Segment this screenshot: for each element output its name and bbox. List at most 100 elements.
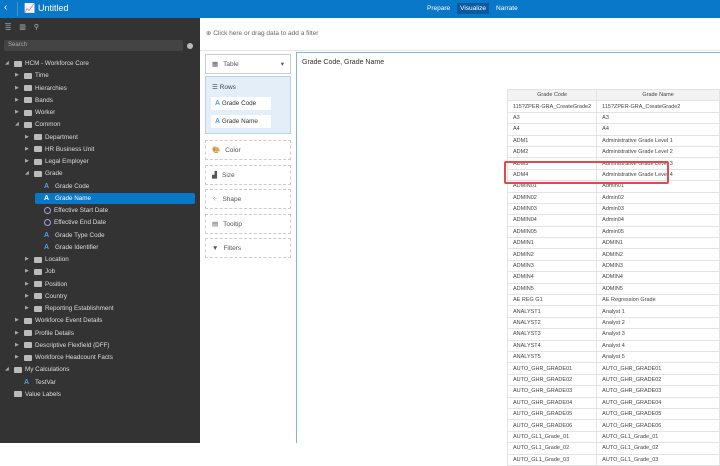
table-row[interactable]: ADM1 Administrative Grade Level 1 (506, 134, 720, 147)
table-row[interactable]: A4 A4 (506, 123, 720, 136)
expand-toggle-icon[interactable]: ▶ (25, 254, 31, 265)
table-row[interactable]: AUTO_GL1_Grade_02 AUTO_GL1_Grade_02 (506, 442, 720, 455)
expand-toggle-icon[interactable]: ▶ (15, 95, 21, 106)
tree-item[interactable]: ▶ Descriptive Flexfield (DFF) (15, 340, 110, 351)
table-row[interactable]: ADMIN02 Admin02 (506, 191, 720, 204)
table-row[interactable]: ANALYST5 Analyst 5 (506, 350, 720, 364)
tree-item[interactable]: ▶ HR Business Unit (25, 144, 94, 155)
expand-toggle-icon[interactable]: ▶ (25, 291, 31, 302)
tree-item[interactable]: A Grade Name (35, 192, 195, 204)
tree-item[interactable]: ▶ Hierarchies (15, 83, 67, 94)
table-row[interactable]: AUTO_GHR_GRADE03 AUTO_GHR_GRADE03 (506, 385, 720, 398)
tree-item[interactable]: A TestVar (15, 377, 56, 388)
viz-type-select[interactable]: ▦ Table ▾ (205, 54, 291, 74)
tree-item[interactable]: ▶ Workforce Headcount Facts (15, 352, 113, 363)
tooltip-drop-zone[interactable]: ▤ Tooltip (205, 214, 291, 234)
color-drop-zone[interactable]: 🎨 Color (205, 140, 291, 160)
table-row[interactable]: ANALYST2 Analyst 2 (506, 316, 720, 330)
tree-item[interactable]: Effective Start Date (35, 205, 108, 216)
viz-canvas[interactable]: Grade Code, Grade Name Grade Code Grade N… (296, 52, 720, 466)
tree-item[interactable]: Value Labels (5, 389, 61, 400)
add-data-icon[interactable] (187, 43, 193, 49)
tree-item[interactable]: ▶ Time (15, 70, 49, 81)
row-pill-grade-code[interactable]: A Grade Code (211, 97, 271, 110)
tab-narrate[interactable]: Narrate (493, 3, 521, 14)
visualizations-tab-icon[interactable]: ▥ (19, 23, 26, 32)
tree-item[interactable]: ▶ Bands (15, 95, 53, 106)
expand-toggle-icon[interactable]: ▶ (25, 303, 31, 314)
data-tab-icon[interactable]: ☰ (5, 23, 12, 32)
tree-item[interactable]: A Grade Type Code (35, 230, 105, 241)
expand-toggle-icon[interactable]: ▶ (15, 328, 21, 339)
table-row[interactable]: A3 A3 (506, 111, 720, 125)
table-row[interactable]: AUTO_GHR_GRADE02 AUTO_GHR_GRADE02 (506, 373, 720, 387)
tree-item[interactable]: ▶ Profile Details (15, 328, 74, 339)
shape-drop-zone[interactable]: ⁘ Shape (205, 189, 291, 209)
table-row[interactable]: ADMIN05 Admin05 (506, 225, 720, 239)
expand-toggle-icon[interactable]: ◢ (5, 364, 11, 375)
tree-item[interactable]: ▶ Reporting Establishment (25, 303, 114, 314)
expand-toggle-icon[interactable]: ▶ (15, 107, 21, 118)
row-pill-grade-name[interactable]: A Grade Name (211, 115, 271, 128)
analytics-tab-icon[interactable]: ⚲ (34, 23, 39, 32)
table-row[interactable]: ADMIN4 ADMIN4 (506, 271, 720, 284)
back-icon[interactable]: ‹ (4, 2, 18, 16)
tree-item[interactable]: ◢ HCM - Workforce Core (5, 58, 89, 69)
expand-toggle-icon[interactable]: ▶ (25, 156, 31, 167)
table-row[interactable]: ADMIN1 ADMIN1 (506, 237, 720, 250)
expand-toggle-icon[interactable]: ▶ (25, 279, 31, 290)
expand-toggle-icon[interactable]: ▶ (25, 144, 31, 155)
table-row[interactable]: ADM2 Administrative Grade Level 2 (506, 145, 720, 159)
expand-toggle-icon[interactable]: ▶ (15, 83, 21, 94)
filter-bar[interactable]: ⊕ Click here or drag data to add a filte… (200, 18, 720, 51)
tree-item[interactable]: ▶ Department (25, 132, 78, 143)
table-row[interactable]: AUTO_GHR_GRADE04 AUTO_GHR_GRADE04 (506, 396, 720, 409)
table-row[interactable]: AUTO_GL1_Grade_01 AUTO_GL1_Grade_01 (506, 430, 720, 444)
expand-toggle-icon[interactable]: ▶ (15, 340, 21, 351)
tree-item[interactable]: ◢ Common (15, 119, 61, 130)
expand-toggle-icon[interactable]: ▶ (15, 70, 21, 81)
expand-toggle-icon[interactable]: ▶ (25, 266, 31, 277)
table-row[interactable]: ADMIN04 Admin04 (506, 214, 720, 227)
tree-item[interactable]: ▶ Country (25, 291, 67, 302)
expand-toggle-icon[interactable]: ◢ (15, 119, 21, 130)
table-row[interactable]: ADMIN3 ADMIN3 (506, 259, 720, 273)
table-row[interactable]: ADMIN5 ADMIN5 (506, 282, 720, 296)
tree-item[interactable]: ▶ Workforce Event Details (15, 315, 102, 326)
table-row[interactable]: ANALYST3 Analyst 3 (506, 328, 720, 341)
table-row[interactable]: ADMIN03 Admin03 (506, 202, 720, 216)
tab-prepare[interactable]: Prepare (424, 3, 453, 14)
tree-item[interactable]: ▶ Position (25, 279, 67, 290)
expand-toggle-icon[interactable]: ▶ (15, 315, 21, 326)
filters-drop-zone[interactable]: ▼ Filters (205, 238, 291, 258)
table-row[interactable]: AUTO_GHR_GRADE06 AUTO_GHR_GRADE06 (506, 419, 720, 432)
size-drop-zone[interactable]: ▟ Size (205, 165, 291, 185)
tree-item[interactable]: A Grade Identifier (35, 242, 98, 253)
search-input[interactable]: Search (4, 40, 183, 51)
table-row[interactable]: AUTO_GHR_GRADE01 AUTO_GHR_GRADE01 (506, 362, 720, 375)
column-header-grade-code[interactable]: Grade Code (506, 88, 598, 102)
tree-item[interactable]: ▶ Job (25, 266, 55, 277)
column-header-grade-name[interactable]: Grade Name (596, 88, 720, 102)
tree-item[interactable]: ▶ Legal Employer (25, 156, 89, 167)
table-row[interactable]: 115?ZPER-GRA_CreateGrade2 115?ZPER-GRA_Cr… (506, 100, 720, 113)
table-row[interactable]: AUTO_GHR_GRADE05 AUTO_GHR_GRADE05 (506, 407, 720, 421)
tab-visualize[interactable]: Visualize (457, 3, 490, 14)
table-row[interactable]: ANALYST1 Analyst 1 (506, 305, 720, 318)
table-row[interactable]: ADMIN2 ADMIN2 (506, 248, 720, 261)
tree-item[interactable]: ▶ Location (25, 254, 69, 265)
tree-item[interactable]: ▶ Worker (15, 107, 55, 118)
table-row[interactable]: ANALYST4 Analyst 4 (506, 339, 720, 353)
tree-item[interactable]: ◢ My Calculations (5, 364, 69, 375)
table-row[interactable]: AE REG G1 AE Regression Grade (506, 294, 720, 307)
tree-item[interactable]: A Grade Code (35, 181, 89, 192)
table-row[interactable]: AUTO_GL1_Grade_03 AUTO_GL1_Grade_03 (506, 453, 720, 466)
tree-item[interactable]: ◢ Grade (25, 168, 63, 179)
rows-drop-zone[interactable]: ☰ Rows A Grade Code A Grade Name (205, 76, 291, 134)
expand-toggle-icon[interactable]: ◢ (5, 58, 11, 69)
expand-toggle-icon[interactable]: ▶ (15, 352, 21, 363)
expand-toggle-icon[interactable]: ▶ (25, 132, 31, 143)
tree-item[interactable]: Effective End Date (35, 217, 106, 228)
expand-toggle-icon[interactable]: ◢ (25, 168, 31, 179)
project-title[interactable]: Untitled (38, 3, 69, 13)
